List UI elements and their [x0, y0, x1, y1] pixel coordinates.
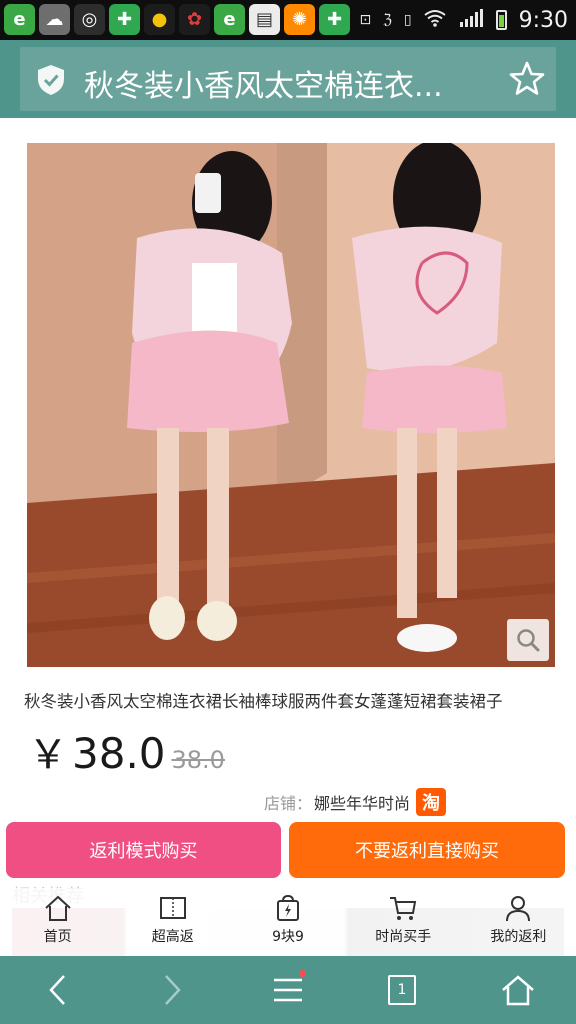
tab-label: 首页 — [43, 929, 72, 945]
clock: 9:30 — [518, 7, 568, 33]
tabs-button[interactable]: 1 — [382, 970, 422, 1010]
game-controller-icon: ✚ — [109, 4, 140, 35]
wifi-icon — [423, 9, 446, 31]
address-bar[interactable]: 秋冬装小香风太空棉连衣... — [20, 47, 556, 111]
cloud-icon: ☁ — [39, 4, 70, 35]
tab-my-rebate[interactable]: 我的返利 — [461, 888, 576, 956]
browser-nav-bar: 1 — [0, 956, 576, 1024]
notification-icons: e ☁ ◎ ✚ ● ✿ e ▤ ✺ ✚ — [4, 4, 350, 35]
film-icon — [159, 897, 186, 919]
home-button[interactable] — [498, 970, 538, 1010]
battery-icon — [495, 10, 507, 30]
tabs-count: 1 — [388, 975, 416, 1005]
tab-nine-nine[interactable]: 9块9 — [230, 888, 345, 956]
ie-browser-icon: e — [214, 4, 245, 35]
tab-label: 我的返利 — [490, 929, 547, 945]
shield-check-icon[interactable] — [34, 63, 68, 97]
nfc-icon: ℨ — [383, 12, 392, 28]
home-icon — [502, 975, 534, 1006]
status-bar: e ☁ ◎ ✚ ● ✿ e ▤ ✺ ✚ ⊡ ℨ ▯ 9:30 — [0, 0, 576, 40]
tab-fashion-buyer[interactable]: 时尚买手 — [346, 888, 461, 956]
price-row: ￥ 38.0 38.0 — [28, 722, 225, 778]
product-title: 秋冬装小香风太空棉连衣裙长袖棒球服两件套女蓬蓬短裙套装裙子 — [24, 692, 503, 711]
color-wheel-icon: ✿ — [179, 4, 210, 35]
screenshot-icon: ⊡ — [359, 12, 372, 28]
shop-label: 店铺： — [264, 794, 313, 813]
tab-label: 时尚买手 — [375, 929, 432, 945]
title-bar: 秋冬装小香风太空棉连衣... — [0, 40, 576, 118]
current-price: 38.0 — [72, 729, 166, 778]
glasses-icon: ◎ — [74, 4, 105, 35]
chat-bubble-icon: ● — [144, 4, 175, 35]
magnifier-icon — [517, 629, 540, 652]
user-icon — [506, 896, 531, 922]
signal-icon — [458, 9, 484, 31]
menu-icon — [274, 978, 302, 1002]
tab-high-rebate[interactable]: 超高返 — [115, 888, 230, 956]
product-photo-illustration — [27, 143, 555, 667]
direct-buy-button[interactable]: 不要返利直接购买 — [289, 822, 565, 878]
tab-home[interactable]: 首页 — [0, 888, 115, 956]
chevron-left-icon — [49, 975, 65, 1005]
menu-button[interactable] — [268, 970, 308, 1010]
news-icon: ▤ — [249, 4, 280, 35]
rebate-buy-button[interactable]: 返利模式购买 — [6, 822, 281, 878]
tab-label: 9块9 — [272, 929, 304, 945]
cart-icon — [390, 897, 417, 920]
home-icon — [44, 895, 71, 921]
shop-name[interactable]: 娜些年华时尚 — [314, 790, 410, 814]
lightning-bag-icon — [277, 894, 299, 921]
zoom-button[interactable] — [507, 619, 549, 661]
shop-info[interactable]: 店铺： 娜些年华时尚 淘 — [264, 788, 447, 816]
page-title: 秋冬装小香风太空棉连衣... — [84, 69, 443, 104]
tab-label: 超高返 — [151, 929, 194, 945]
notification-dot — [299, 970, 306, 977]
taobao-badge-icon: 淘 — [416, 788, 447, 816]
currency-symbol: ￥ — [28, 732, 68, 778]
chevron-right-icon — [165, 975, 181, 1005]
forward-button[interactable] — [152, 970, 192, 1010]
ie-browser-icon: e — [4, 4, 35, 35]
back-button[interactable] — [38, 970, 78, 1010]
bottom-tab-bar: 首页 超高返 9块9 时尚买手 我的返利 — [0, 888, 576, 956]
pinwheel-icon: ✺ — [284, 4, 315, 35]
system-status: ⊡ ℨ ▯ 9:30 — [360, 0, 569, 40]
product-photo[interactable] — [27, 143, 555, 667]
original-price: 38.0 — [171, 746, 225, 774]
vibrate-icon: ▯ — [403, 12, 412, 28]
star-outline-icon[interactable] — [508, 60, 546, 98]
game-controller-icon: ✚ — [319, 4, 350, 35]
